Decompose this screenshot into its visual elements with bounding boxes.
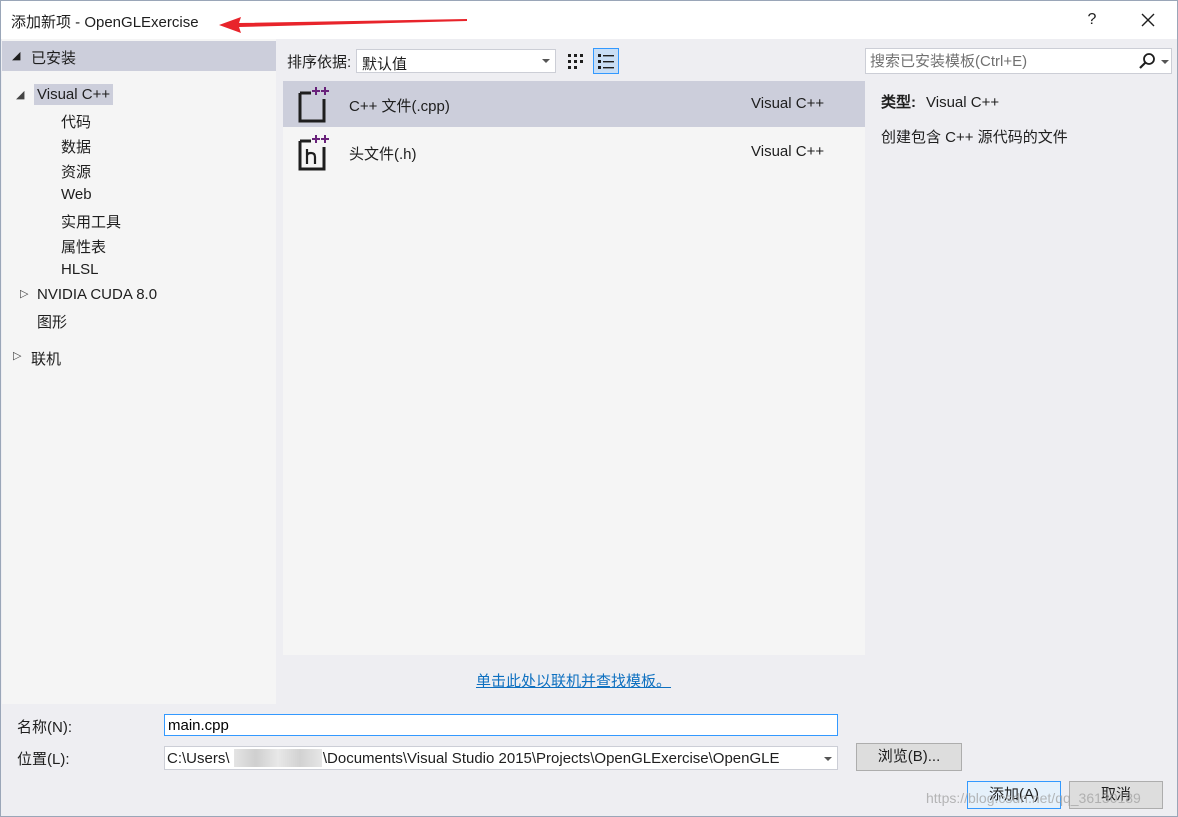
tree-item-graphics[interactable]: 图形 bbox=[37, 311, 67, 332]
cpp-file-icon bbox=[298, 87, 329, 123]
details-type-row: 类型: Visual C++ bbox=[881, 91, 1171, 112]
sort-by-dropdown[interactable]: 默认值 bbox=[356, 49, 556, 73]
template-name: C++ 文件(.cpp) bbox=[349, 98, 450, 115]
tree-header-installed[interactable]: ◢ 已安装 bbox=[2, 41, 276, 71]
tree-item-visual-cpp[interactable]: Visual C++ bbox=[34, 84, 114, 105]
tree-item-utility[interactable]: 实用工具 bbox=[61, 211, 121, 232]
title-bar: 添加新项 - OpenGLExercise ? bbox=[1, 1, 1177, 39]
tree-header-label: 已安装 bbox=[31, 50, 77, 67]
search-icon[interactable] bbox=[1138, 52, 1156, 70]
tree-item-data[interactable]: 数据 bbox=[61, 136, 91, 157]
tree-item-code[interactable]: 代码 bbox=[61, 111, 91, 132]
tree-item-resources[interactable]: 资源 bbox=[61, 161, 91, 182]
red-arrow-annotation bbox=[219, 17, 467, 33]
details-description: 创建包含 C++ 源代码的文件 bbox=[881, 129, 1068, 146]
template-name: 头文件(.h) bbox=[349, 146, 417, 163]
window-title: 添加新项 - OpenGLExercise bbox=[11, 14, 199, 31]
chevron-down-icon bbox=[824, 757, 832, 761]
help-button[interactable]: ? bbox=[1079, 7, 1105, 33]
small-icons-view-button[interactable] bbox=[563, 48, 589, 74]
redaction-blur bbox=[234, 749, 322, 767]
find-templates-online-link[interactable]: 单击此处以联机并查找模板。 bbox=[476, 670, 671, 691]
list-view-button[interactable] bbox=[593, 48, 619, 74]
tree-item-property-sheets[interactable]: 属性表 bbox=[61, 236, 106, 257]
browse-button[interactable]: 浏览(B)... bbox=[856, 743, 962, 771]
sort-by-value: 默认值 bbox=[362, 56, 408, 73]
name-label: 名称(N): bbox=[17, 719, 72, 736]
tree-item-web[interactable]: Web bbox=[61, 186, 92, 203]
template-language: Visual C++ bbox=[751, 143, 825, 160]
sort-by-label: 排序依据: bbox=[287, 54, 352, 71]
category-tree: ◢ 已安装 ◢ Visual C++ 代码 数据 资源 Web 实用工具 属性表… bbox=[2, 39, 276, 704]
collapsed-triangle-icon[interactable]: ▷ bbox=[20, 287, 28, 300]
template-item-cpp-file[interactable]: C++ 文件(.cpp) Visual C++ bbox=[283, 81, 865, 127]
search-templates-box bbox=[865, 48, 1172, 74]
name-input[interactable] bbox=[164, 714, 838, 736]
tree-item-online[interactable]: 联机 bbox=[31, 348, 61, 369]
grid-view-icon bbox=[568, 54, 583, 69]
template-details: 类型: Visual C++ 创建包含 C++ 源代码的文件 bbox=[881, 91, 1171, 147]
location-prefix: C:\Users\ bbox=[167, 750, 230, 767]
location-label: 位置(L): bbox=[17, 751, 70, 768]
add-new-item-dialog: 添加新项 - OpenGLExercise ? ◢ 已安装 ◢ Visual C… bbox=[0, 0, 1178, 817]
details-type-label: 类型: bbox=[881, 94, 916, 111]
chevron-down-icon bbox=[542, 59, 550, 63]
search-input[interactable] bbox=[870, 51, 1130, 71]
template-language: Visual C++ bbox=[751, 95, 825, 112]
tree-item-hlsl[interactable]: HLSL bbox=[61, 261, 99, 278]
header-file-icon bbox=[298, 135, 329, 171]
template-item-header-file[interactable]: 头文件(.h) Visual C++ bbox=[283, 129, 865, 175]
close-icon bbox=[1141, 13, 1155, 27]
list-view-icon bbox=[598, 54, 614, 69]
search-options-chevron-icon[interactable] bbox=[1161, 60, 1169, 64]
tree-item-nvidia-cuda[interactable]: NVIDIA CUDA 8.0 bbox=[37, 286, 157, 303]
details-type-value: Visual C++ bbox=[926, 94, 1000, 111]
close-button[interactable] bbox=[1133, 7, 1163, 33]
location-suffix: g\Documents\Visual Studio 2015\Projects\… bbox=[314, 750, 780, 767]
collapsed-triangle-icon[interactable]: ▷ bbox=[13, 349, 21, 362]
expanded-triangle-icon: ◢ bbox=[12, 50, 21, 62]
expanded-triangle-icon[interactable]: ◢ bbox=[16, 88, 24, 101]
template-list: C++ 文件(.cpp) Visual C++ 头文件(.h) Visual C… bbox=[283, 81, 865, 655]
watermark: https://blog.csdn.net/qq_36130189 bbox=[926, 790, 1141, 806]
